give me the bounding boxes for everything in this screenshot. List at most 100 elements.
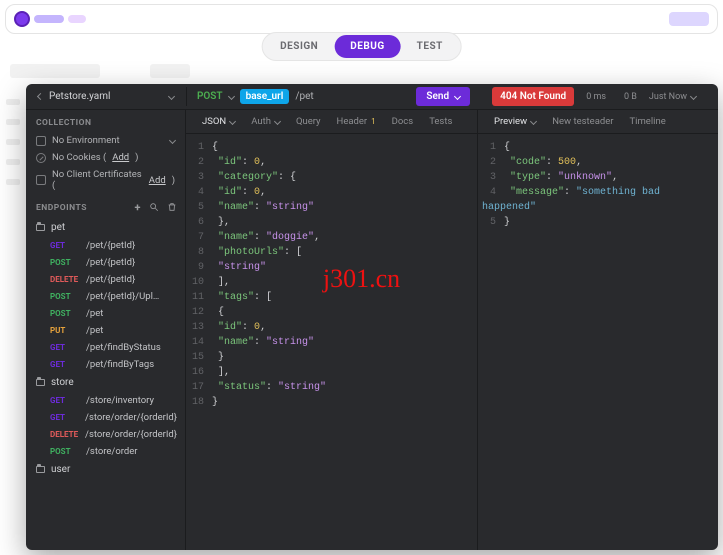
method-label: POST — [50, 292, 80, 301]
browser-action[interactable] — [669, 12, 709, 26]
tab-json[interactable]: JSON — [196, 113, 241, 130]
endpoint-path: /pet/findByTags — [86, 359, 154, 370]
endpoint-path: /pet/{petId} — [86, 274, 135, 285]
just-now-label: Just Now — [649, 92, 687, 102]
mode-tabs: DESIGN DEBUG TEST — [261, 32, 462, 61]
endpoint-item[interactable]: POST/pet/{petId} — [26, 254, 185, 271]
certs-text: No Client Certificates ( — [52, 169, 143, 191]
collection-heading: COLLECTION — [26, 110, 185, 132]
chevron-down-icon — [454, 93, 461, 100]
box-icon — [36, 136, 46, 146]
tab-design[interactable]: DESIGN — [264, 35, 334, 58]
cookies-text: No Cookies ( — [52, 152, 106, 163]
tab-query[interactable]: Query — [290, 113, 327, 130]
placeholder — [34, 15, 64, 23]
endpoint-item[interactable]: GET/store/inventory — [26, 392, 185, 409]
send-button[interactable]: Send — [416, 87, 470, 106]
request-bar: POST base_url /pet Send 404 Not Found 0 … — [186, 87, 718, 106]
folder-icon — [36, 224, 45, 231]
folder-icon — [36, 466, 45, 473]
add-icon[interactable]: + — [135, 202, 142, 214]
certs-row[interactable]: No Client Certificates (Add) — [26, 166, 185, 194]
trash-icon[interactable] — [167, 202, 177, 214]
chevron-down-icon — [169, 137, 176, 144]
endpoint-path: /store/order — [86, 446, 138, 457]
url-path[interactable]: /pet — [295, 91, 313, 102]
send-label: Send — [426, 91, 449, 102]
request-tabs: JSON Auth Query Header 1 Docs Tests — [186, 110, 477, 134]
method-label: DELETE — [50, 275, 80, 284]
base-url-pill[interactable]: base_url — [240, 89, 290, 104]
app-logo — [14, 11, 30, 27]
method-label: POST — [50, 309, 80, 318]
tab-test[interactable]: TEST — [401, 35, 459, 58]
tab-new-test[interactable]: New testeader — [546, 113, 619, 130]
chevron-down-icon — [168, 93, 175, 100]
cookies-row[interactable]: No Cookies (Add) — [26, 149, 185, 166]
method-label: GET — [50, 360, 80, 369]
request-body-editor[interactable]: 1{ 2 "id": 0, 3 "category": { 4 "id": 0,… — [186, 134, 477, 550]
left-gutter — [6, 99, 20, 185]
method-label: GET — [50, 413, 79, 422]
endpoint-item[interactable]: POST/store/order — [26, 443, 185, 460]
endpoint-item[interactable]: DELETE/store/order/{orderId} — [26, 426, 185, 443]
status-badge: 404 Not Found — [492, 87, 574, 106]
tab-debug[interactable]: DEBUG — [334, 35, 400, 58]
method-label: DELETE — [50, 430, 79, 439]
http-method[interactable]: POST — [197, 91, 223, 102]
endpoint-item[interactable]: POST/pet — [26, 305, 185, 322]
tab-tests[interactable]: Tests — [423, 113, 458, 130]
tab-docs[interactable]: Docs — [386, 113, 420, 130]
endpoint-path: /store/order/{orderId} — [85, 412, 177, 423]
endpoint-path: /pet/{petId} — [86, 257, 135, 268]
chevron-down-icon — [274, 118, 281, 125]
endpoint-path: /pet — [86, 325, 103, 336]
endpoint-item[interactable]: PUT/pet — [26, 322, 185, 339]
endpoint-path: /pet/{petId}/Upl… — [86, 291, 159, 302]
tab-preview[interactable]: Preview — [488, 113, 542, 130]
file-picker[interactable]: Petstore.yaml — [26, 91, 186, 102]
endpoint-path: /pet/findByStatus — [86, 342, 161, 353]
endpoint-item[interactable]: GET/store/order/{orderId} — [26, 409, 185, 426]
method-label: GET — [50, 241, 80, 250]
collection-sidebar: COLLECTION No Environment No Cookies ( Ad… — [26, 110, 186, 550]
endpoint-item[interactable]: GET/pet/findByStatus — [26, 339, 185, 356]
endpoint-path: /pet/{petId} — [86, 240, 135, 251]
method-label: PUT — [50, 326, 80, 335]
box-icon — [36, 175, 46, 185]
search-icon[interactable] — [149, 202, 159, 214]
debug-panel: Petstore.yaml POST base_url /pet Send 40… — [26, 84, 718, 550]
endpoint-item[interactable]: DELETE/pet/{petId} — [26, 271, 185, 288]
endpoint-item[interactable]: GET/pet/{petId} — [26, 237, 185, 254]
chevron-down-icon — [229, 118, 236, 125]
add-link[interactable]: Add — [149, 175, 166, 186]
method-label: POST — [50, 258, 80, 267]
placeholder — [150, 64, 190, 78]
method-label: POST — [50, 447, 80, 456]
env-label: No Environment — [52, 135, 120, 146]
endpoint-path: /store/inventory — [86, 395, 154, 406]
placeholder — [10, 64, 100, 78]
add-link[interactable]: Add — [112, 152, 129, 163]
browser-chrome-bar — [5, 4, 718, 34]
chevron-down-icon — [690, 93, 697, 100]
folder-pet[interactable]: pet — [26, 218, 185, 237]
cancel-icon — [36, 153, 46, 163]
endpoint-path: /pet — [86, 308, 103, 319]
method-dropdown-icon[interactable] — [228, 93, 235, 100]
response-size: 0 B — [618, 92, 643, 102]
endpoint-item[interactable]: POST/pet/{petId}/Upl… — [26, 288, 185, 305]
file-name: Petstore.yaml — [49, 91, 110, 102]
history-dropdown[interactable]: Just Now — [649, 92, 708, 102]
chevron-left-icon — [37, 93, 44, 100]
tab-timeline[interactable]: Timeline — [624, 113, 672, 130]
folder-store[interactable]: store — [26, 373, 185, 392]
environment-row[interactable]: No Environment — [26, 132, 185, 149]
endpoint-item[interactable]: GET/pet/findByTags — [26, 356, 185, 373]
toolbar-placeholder-row — [10, 64, 713, 78]
response-body[interactable]: 1{ 2 "code": 500, 3 "type": "unknown", 4… — [478, 134, 718, 550]
folder-user[interactable]: user — [26, 460, 185, 479]
tab-header[interactable]: Header 1 — [331, 113, 382, 130]
placeholder — [68, 15, 86, 23]
tab-auth[interactable]: Auth — [245, 113, 286, 130]
